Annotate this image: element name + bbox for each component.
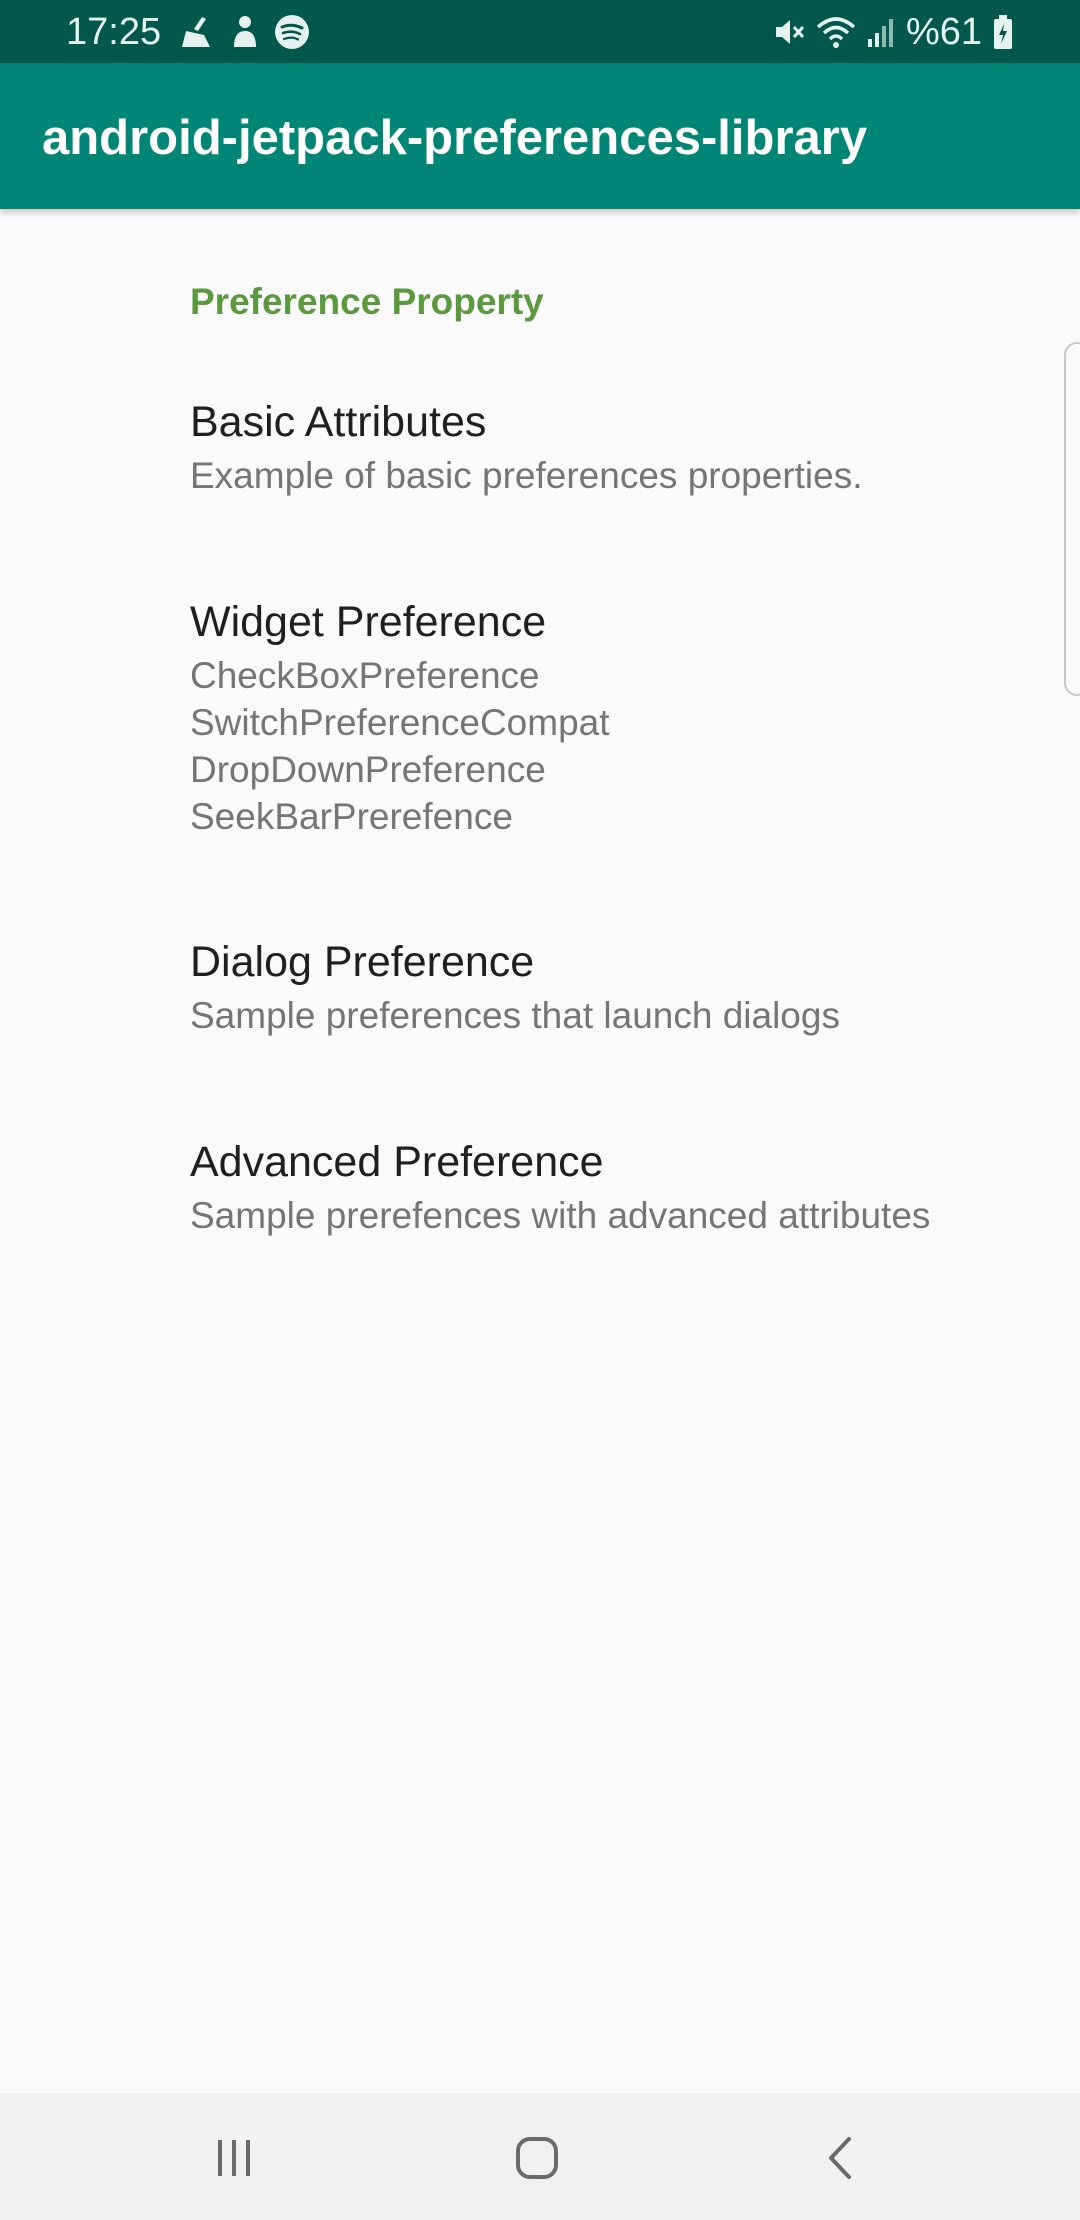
- recent-apps-button[interactable]: [194, 2123, 274, 2193]
- navigation-bar: [0, 2093, 1080, 2220]
- battery-percentage: %61: [905, 11, 982, 53]
- preference-title: Widget Preference: [190, 598, 547, 646]
- wifi-icon: [816, 15, 856, 49]
- battery-icon: [992, 14, 1014, 50]
- home-icon: [514, 2135, 560, 2181]
- preference-title: Basic Attributes: [190, 398, 487, 446]
- back-icon: [823, 2135, 857, 2181]
- home-button[interactable]: [497, 2123, 577, 2193]
- screen: 17:25 %61 android-jetpack-preferences-li…: [0, 0, 1080, 2220]
- edge-panel-handle[interactable]: [1064, 342, 1080, 696]
- preference-summary: CheckBoxPreference SwitchPreferenceCompa…: [190, 655, 610, 837]
- preference-summary: Example of basic preferences properties.: [190, 455, 863, 496]
- recent-apps-icon: [212, 2137, 256, 2179]
- preference-dialog[interactable]: Dialog Preference Sample preferences tha…: [0, 935, 1060, 1085]
- preference-widget[interactable]: Widget Preference CheckBoxPreference Swi…: [0, 595, 1060, 865]
- status-time: 17:25: [66, 11, 162, 53]
- status-notification-icons: [180, 12, 310, 52]
- preference-title: Advanced Preference: [190, 1138, 604, 1186]
- preference-summary: Sample preferences that launch dialogs: [190, 995, 840, 1036]
- preference-summary: Sample prerefences with advanced attribu…: [190, 1195, 931, 1236]
- spotify-icon: [274, 14, 310, 50]
- broom-icon: [180, 15, 216, 49]
- preference-category-title: Preference Property: [190, 281, 544, 322]
- status-bar: 17:25 %61: [0, 0, 1080, 63]
- back-button[interactable]: [800, 2123, 880, 2193]
- preference-title: Dialog Preference: [190, 938, 535, 986]
- mute-icon: [772, 15, 806, 49]
- preference-advanced[interactable]: Advanced Preference Sample prerefences w…: [0, 1135, 1060, 1285]
- preference-basic-attributes[interactable]: Basic Attributes Example of basic prefer…: [0, 395, 1060, 545]
- signal-icon: [866, 15, 896, 49]
- preference-list: Preference Property Basic Attributes Exa…: [0, 209, 1080, 2093]
- person-icon: [230, 15, 260, 49]
- app-bar: android-jetpack-preferences-library: [0, 63, 1080, 209]
- status-system-icons: %61: [772, 8, 1014, 56]
- app-title: android-jetpack-preferences-library: [42, 111, 868, 165]
